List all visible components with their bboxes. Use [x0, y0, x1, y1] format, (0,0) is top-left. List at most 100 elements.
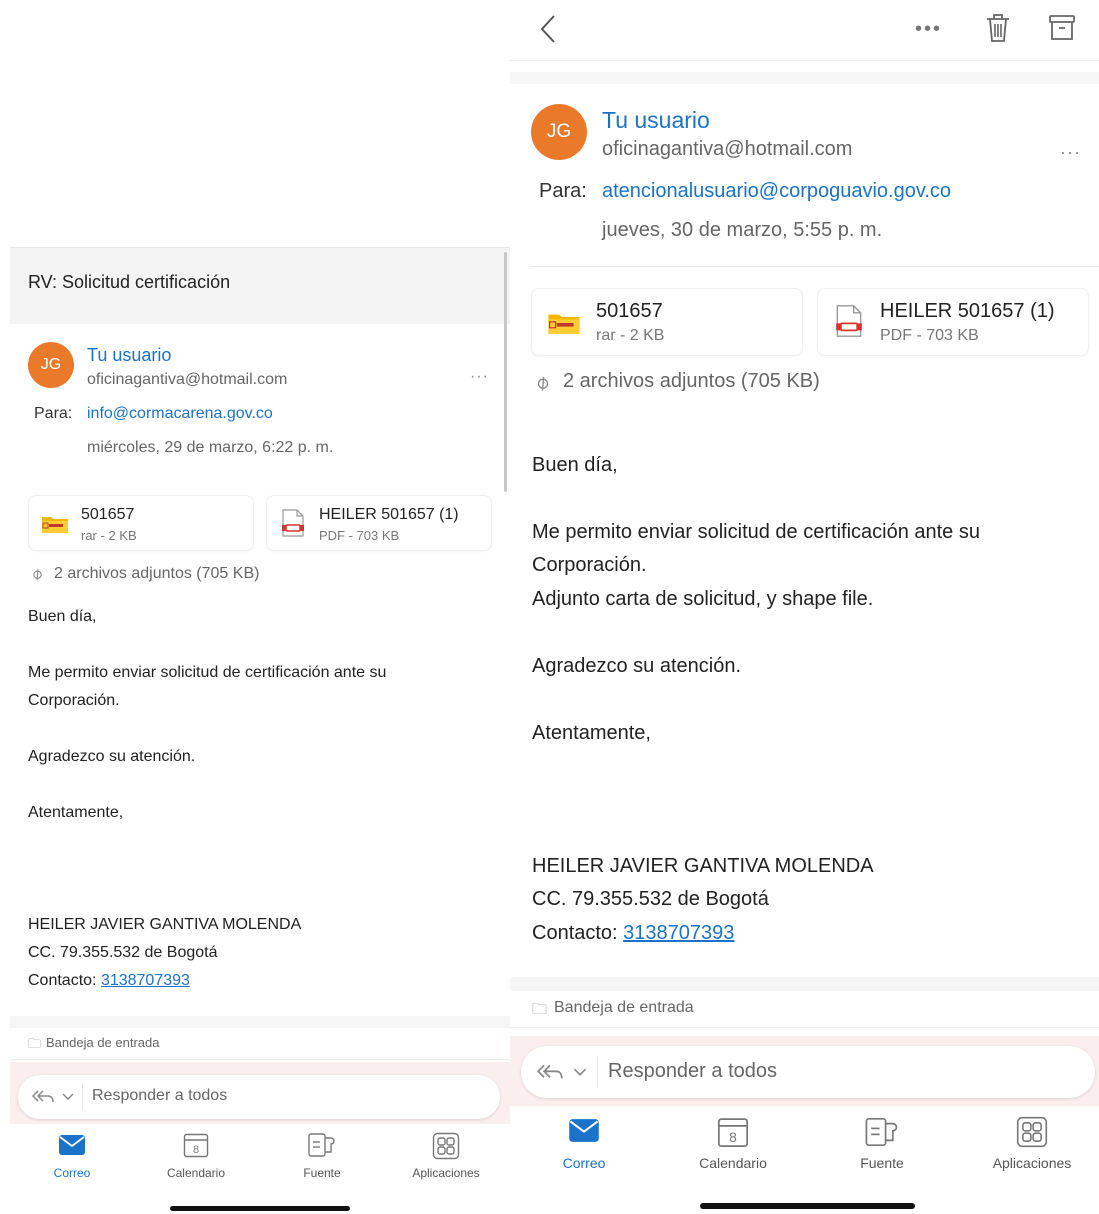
feed-icon — [865, 1117, 898, 1147]
body-paragraph-line: Corporación. — [532, 554, 647, 576]
home-indicator[interactable] — [700, 1203, 915, 1209]
subject-title: RV: Solicitud certificación — [28, 272, 231, 292]
attachment-meta: PDF - 703 KB — [319, 528, 400, 543]
calendar-day: 8 — [193, 1144, 199, 1156]
reply-all-button[interactable]: Responder a todos — [521, 1046, 1095, 1098]
folder-label[interactable]: Bandeja de entrada — [554, 999, 694, 1017]
footer-band — [510, 977, 1099, 991]
sender-name[interactable]: Tu usuario — [602, 107, 710, 134]
right-email-view: ••• JG Tu usuario oficinagantiva@hotmail… — [510, 0, 1099, 1214]
contact-label: Contacto: — [28, 972, 101, 989]
sender-name[interactable]: Tu usuario — [87, 345, 171, 366]
attachment-name: HEILER 501657 (1) — [880, 300, 1055, 322]
apps-icon — [432, 1132, 460, 1160]
reply-all-icon — [537, 1064, 563, 1079]
tab-correo[interactable]: Correo — [32, 1134, 112, 1180]
back-chevron-icon[interactable] — [540, 14, 556, 44]
email-date: jueves, 30 de marzo, 5:55 p. m. — [602, 219, 883, 241]
calendar-day: 8 — [729, 1130, 737, 1145]
attachment-pdf[interactable]: HEILER 501657 (1) PDF - 703 KB — [266, 495, 492, 551]
body-paragraph-line: Adjunto carta de solicitud, y shape file… — [532, 588, 874, 610]
body-greeting: Buen día, — [532, 454, 618, 476]
to-address[interactable]: info@cormacarena.gov.co — [87, 405, 273, 423]
folder-icon: 🗀 — [532, 1001, 548, 1018]
pdf-file-icon — [282, 509, 304, 537]
body-closing: Atentamente, — [532, 722, 651, 744]
attachments-summary: 2 archivos adjuntos (705 KB) — [54, 565, 260, 582]
to-address[interactable]: atencionalusuario@corpoguavio.gov.co — [602, 180, 951, 203]
avatar: JG — [28, 342, 74, 388]
tab-calendario[interactable]: 8 Calendario — [683, 1116, 783, 1171]
signature-cc: CC. 79.355.532 de Bogotá — [28, 944, 218, 961]
divider — [530, 266, 1099, 267]
attachment-meta: PDF - 703 KB — [880, 327, 979, 344]
apps-icon — [1016, 1116, 1048, 1148]
divider — [510, 1027, 1099, 1028]
trash-icon[interactable] — [984, 12, 1012, 44]
folder-label[interactable]: Bandeja de entrada — [46, 1035, 159, 1050]
sender-email: oficinagantiva@hotmail.com — [87, 371, 288, 388]
chevron-down-icon[interactable] — [62, 1092, 74, 1102]
body-thanks: Agradezco su atención. — [532, 655, 742, 677]
tab-label: Aplicaciones — [992, 1155, 1072, 1171]
tab-aplicaciones[interactable]: Aplicaciones — [982, 1116, 1082, 1171]
signature-name: HEILER JAVIER GANTIVA MOLENDA — [532, 855, 874, 877]
tab-aplicaciones[interactable]: Aplicaciones — [406, 1132, 486, 1180]
reply-all-label: Responder a todos — [92, 1087, 228, 1104]
email-date: miércoles, 29 de marzo, 6:22 p. m. — [87, 439, 334, 456]
mail-icon — [569, 1119, 599, 1142]
home-indicator[interactable] — [170, 1206, 350, 1211]
tab-correo[interactable]: Correo — [534, 1118, 634, 1171]
more-options-icon[interactable]: ··· — [1060, 142, 1081, 163]
archive-icon[interactable] — [1048, 14, 1076, 42]
attachment-rar[interactable]: 501657 rar - 2 KB — [531, 288, 803, 356]
tab-label: Aplicaciones — [412, 1166, 480, 1180]
tab-label: Correo — [53, 1166, 91, 1180]
body-paragraph-line: Me permito enviar solicitud de certifica… — [28, 664, 387, 681]
pdf-file-icon — [836, 305, 862, 337]
header-band — [510, 72, 1099, 84]
reply-all-button[interactable]: Responder a todos — [18, 1075, 500, 1119]
attachments-summary: 2 archivos adjuntos (705 KB) — [563, 370, 820, 392]
attachment-meta: rar - 2 KB — [596, 327, 665, 344]
chevron-down-icon[interactable] — [573, 1067, 587, 1078]
more-options-icon[interactable]: ··· — [470, 368, 489, 386]
tab-label: Calendario — [699, 1155, 767, 1171]
attachment-rar[interactable]: 501657 rar - 2 KB — [28, 495, 254, 551]
more-options-icon[interactable]: ••• — [915, 18, 942, 41]
tab-label: Fuente — [303, 1166, 341, 1180]
separator — [82, 1083, 83, 1111]
left-email-view: RV: Solicitud certificación JG Tu usuari… — [10, 0, 510, 1214]
subject-header: RV: Solicitud certificación — [10, 247, 510, 324]
scrollbar[interactable] — [504, 252, 507, 492]
phone-link[interactable]: 3138707393 — [101, 972, 190, 989]
tab-fuente[interactable]: Fuente — [282, 1132, 362, 1180]
reply-all-label: Responder a todos — [608, 1060, 778, 1082]
rar-archive-icon — [42, 517, 68, 533]
calendar-icon: 8 — [717, 1118, 749, 1148]
phone-link[interactable]: 3138707393 — [623, 922, 734, 944]
attachment-name: 501657 — [596, 300, 663, 322]
body-paragraph-line: Corporación. — [28, 692, 120, 709]
sender-email: oficinagantiva@hotmail.com — [602, 138, 853, 160]
tab-label: Fuente — [860, 1155, 904, 1171]
mail-icon — [59, 1135, 85, 1155]
divider — [10, 1059, 510, 1060]
feed-icon — [308, 1133, 335, 1157]
attachment-pdf[interactable]: HEILER 501657 (1) PDF - 703 KB — [817, 288, 1089, 356]
tab-fuente[interactable]: Fuente — [832, 1116, 932, 1171]
signature-contact: Contacto: 3138707393 — [28, 972, 190, 990]
reply-all-icon — [32, 1090, 54, 1103]
divider — [510, 60, 1099, 61]
tab-label: Correo — [562, 1155, 606, 1171]
tab-calendario[interactable]: 8 Calendario — [156, 1132, 236, 1180]
to-label: Para: — [34, 405, 73, 422]
body-paragraph-line: Me permito enviar solicitud de certifica… — [532, 521, 980, 543]
avatar: JG — [531, 104, 587, 160]
calendar-icon: 8 — [183, 1133, 209, 1158]
paperclip-icon: ⌀ — [27, 564, 47, 584]
attachment-name: 501657 — [81, 506, 135, 523]
signature-contact: Contacto: 3138707393 — [532, 922, 734, 945]
tab-label: Calendario — [166, 1166, 226, 1180]
attachment-meta: rar - 2 KB — [81, 528, 137, 543]
